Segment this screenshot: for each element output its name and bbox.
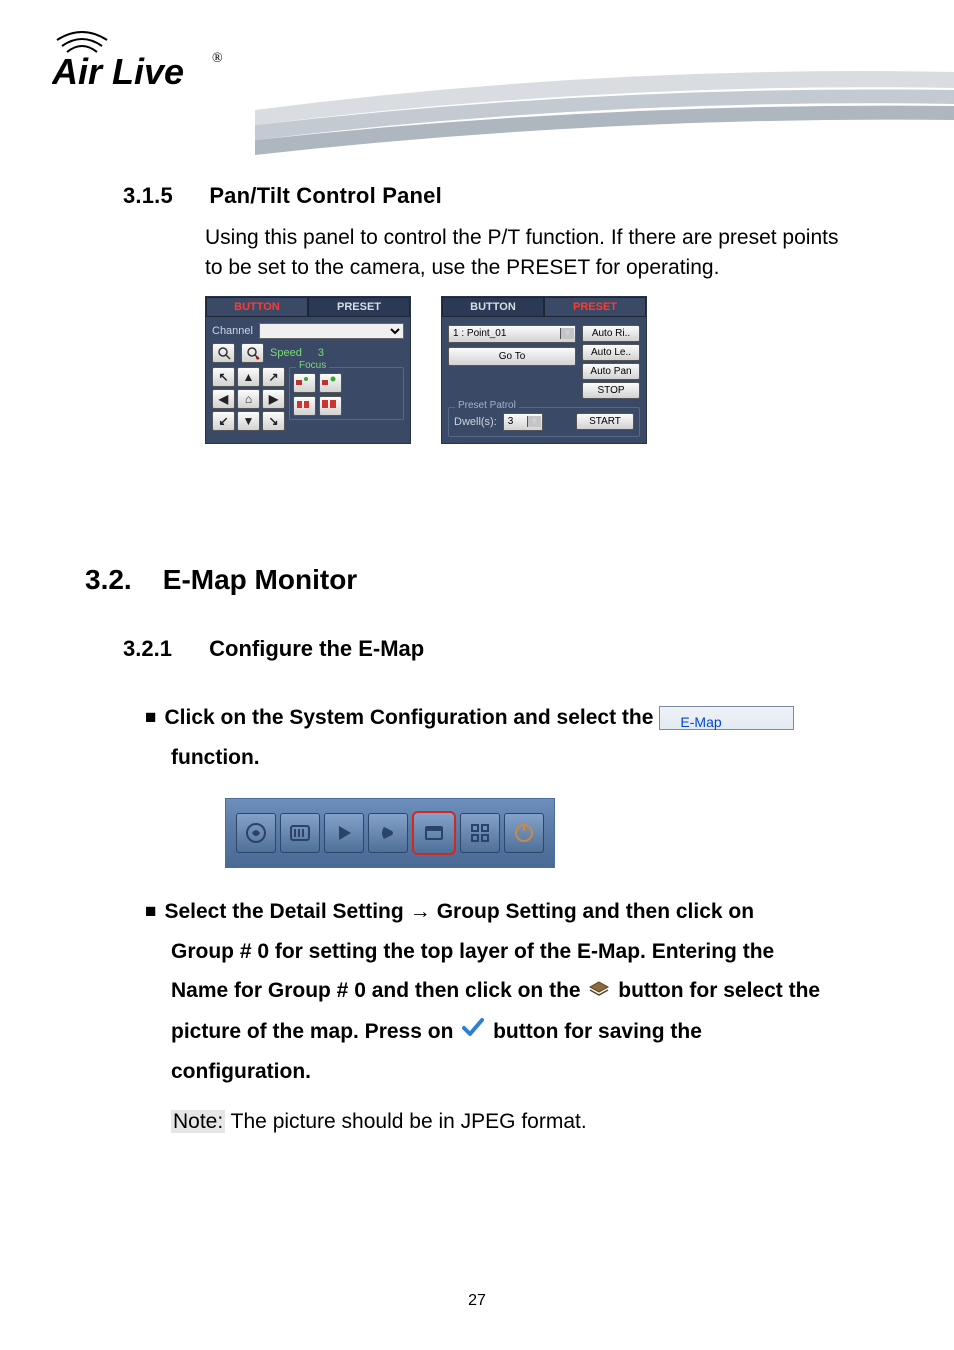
page-header: Air Live ®	[0, 0, 954, 135]
toolbar-figure	[225, 798, 839, 868]
ptz-arrow-pad: ↖ ▲ ↗ ◀ ⌂ ▶ ↙ ▼ ↘	[212, 367, 285, 431]
pan-down-right[interactable]: ↘	[262, 411, 285, 431]
pan-right[interactable]: ▶	[262, 389, 285, 409]
bullet2-l2: Group # 0 for setting the top layer of t…	[171, 932, 839, 972]
channel-select[interactable]	[259, 323, 404, 339]
tab-button-inactive[interactable]: BUTTON	[442, 297, 544, 317]
preset-point-value: 1 : Point_01	[450, 328, 506, 339]
save-check-icon	[461, 1012, 485, 1052]
dropdown-arrow-icon: ▾	[527, 416, 541, 427]
pan-left[interactable]: ◀	[212, 389, 235, 409]
tb-btn-2[interactable]	[280, 813, 320, 853]
map-layer-icon	[588, 972, 610, 1012]
bullet2-l1-post: Group Setting and then click on	[437, 892, 754, 932]
heading-32-number: 3.2.	[85, 564, 155, 596]
iris-open[interactable]	[319, 396, 342, 416]
arrow-right-icon: →	[410, 892, 431, 932]
page-number: 27	[0, 1292, 954, 1310]
goto-button[interactable]: Go To	[448, 347, 576, 366]
preset-point-select[interactable]: 1 : Point_01 ▾	[448, 325, 576, 343]
dwell-select[interactable]: 3 ▾	[503, 413, 543, 431]
tab-button-active[interactable]: BUTTON	[206, 297, 308, 317]
paragraph-315: Using this panel to control the P/T func…	[205, 223, 839, 284]
stop-button[interactable]: STOP	[582, 382, 640, 399]
pan-home[interactable]: ⌂	[237, 389, 260, 409]
dropdown-arrow-icon: ▾	[560, 328, 574, 339]
heading-315-title: Pan/Tilt Control Panel	[209, 183, 442, 208]
note-label: Note:	[171, 1110, 225, 1133]
emap-menu-button[interactable]: E-Map	[659, 706, 794, 730]
ptz-panel-preset: BUTTON PRESET 1 : Point_01 ▾ Go To Auto …	[441, 296, 647, 444]
svg-text:®: ®	[212, 51, 223, 66]
bullet-2: ■ Select the Detail Setting → Group Sett…	[145, 892, 839, 1092]
bullet2-l1-pre: Select the Detail Setting	[164, 892, 403, 932]
bullet1-pre: Click on the System Configuration and se…	[164, 698, 653, 738]
auto-left-button[interactable]: Auto Le..	[582, 344, 640, 361]
pan-down-left[interactable]: ↙	[212, 411, 235, 431]
pan-down[interactable]: ▼	[237, 411, 260, 431]
pan-up[interactable]: ▲	[237, 367, 260, 387]
zoom-in-button[interactable]	[241, 343, 264, 363]
heading-32-title: E-Map Monitor	[163, 564, 357, 595]
bullet2-l4-pre: picture of the map. Press on	[171, 1020, 453, 1043]
bullet2-l4-post: button for saving the	[493, 1020, 702, 1043]
auto-right-button[interactable]: Auto Ri..	[582, 325, 640, 342]
heading-321-number: 3.2.1	[123, 636, 203, 662]
tab-preset-inactive[interactable]: PRESET	[308, 297, 410, 317]
header-swoosh	[255, 70, 954, 155]
focus-near[interactable]	[293, 373, 316, 393]
bullet-square-icon: ■	[145, 700, 156, 736]
heading-321: 3.2.1 Configure the E-Map	[123, 636, 839, 662]
bullet2-l5: configuration.	[171, 1052, 839, 1092]
tb-btn-1[interactable]	[236, 813, 276, 853]
pan-up-right[interactable]: ↗	[262, 367, 285, 387]
bullet-1: ■ Click on the System Configuration and …	[145, 698, 839, 868]
tb-btn-7[interactable]	[504, 813, 544, 853]
bullet1-post: function.	[171, 738, 839, 778]
auto-pan-button[interactable]: Auto Pan	[582, 363, 640, 380]
ptz-panel-button: BUTTON PRESET Channel Speed 3 ↖	[205, 296, 411, 444]
focus-far[interactable]	[319, 373, 342, 393]
tb-btn-emap-highlighted[interactable]	[412, 811, 456, 855]
ptz-panels-figure: BUTTON PRESET Channel Speed 3 ↖	[205, 296, 839, 444]
tb-btn-3[interactable]	[324, 813, 364, 853]
focus-legend: Focus	[296, 360, 329, 371]
channel-label: Channel	[212, 325, 253, 337]
zoom-out-button[interactable]	[212, 343, 235, 363]
bullet2-l3-pre: Name for Group # 0 and then click on the	[171, 979, 581, 1002]
heading-315-number: 3.1.5	[123, 183, 203, 209]
focus-group: Focus	[289, 367, 404, 420]
svg-text:Air Live: Air Live	[52, 51, 184, 92]
bullet2-l3-post: button for select the	[618, 979, 820, 1002]
note: Note: The picture should be in JPEG form…	[171, 1110, 839, 1134]
pan-up-left[interactable]: ↖	[212, 367, 235, 387]
iris-close[interactable]	[293, 396, 316, 416]
note-text: The picture should be in JPEG format.	[231, 1110, 587, 1133]
tab-preset-active[interactable]: PRESET	[544, 297, 646, 317]
dwell-value: 3	[505, 416, 514, 427]
bullet-square-icon: ■	[145, 894, 156, 930]
dwell-label: Dwell(s):	[454, 416, 497, 428]
start-button[interactable]: START	[576, 413, 634, 430]
heading-321-title: Configure the E-Map	[209, 636, 424, 661]
speed-value: 3	[318, 347, 324, 359]
patrol-legend: Preset Patrol	[455, 400, 519, 411]
tb-btn-6[interactable]	[460, 813, 500, 853]
heading-315: 3.1.5 Pan/Tilt Control Panel	[123, 183, 839, 209]
tb-btn-4[interactable]	[368, 813, 408, 853]
heading-32: 3.2. E-Map Monitor	[85, 564, 839, 596]
logo: Air Live ®	[52, 22, 232, 105]
speed-label: Speed	[270, 347, 302, 359]
